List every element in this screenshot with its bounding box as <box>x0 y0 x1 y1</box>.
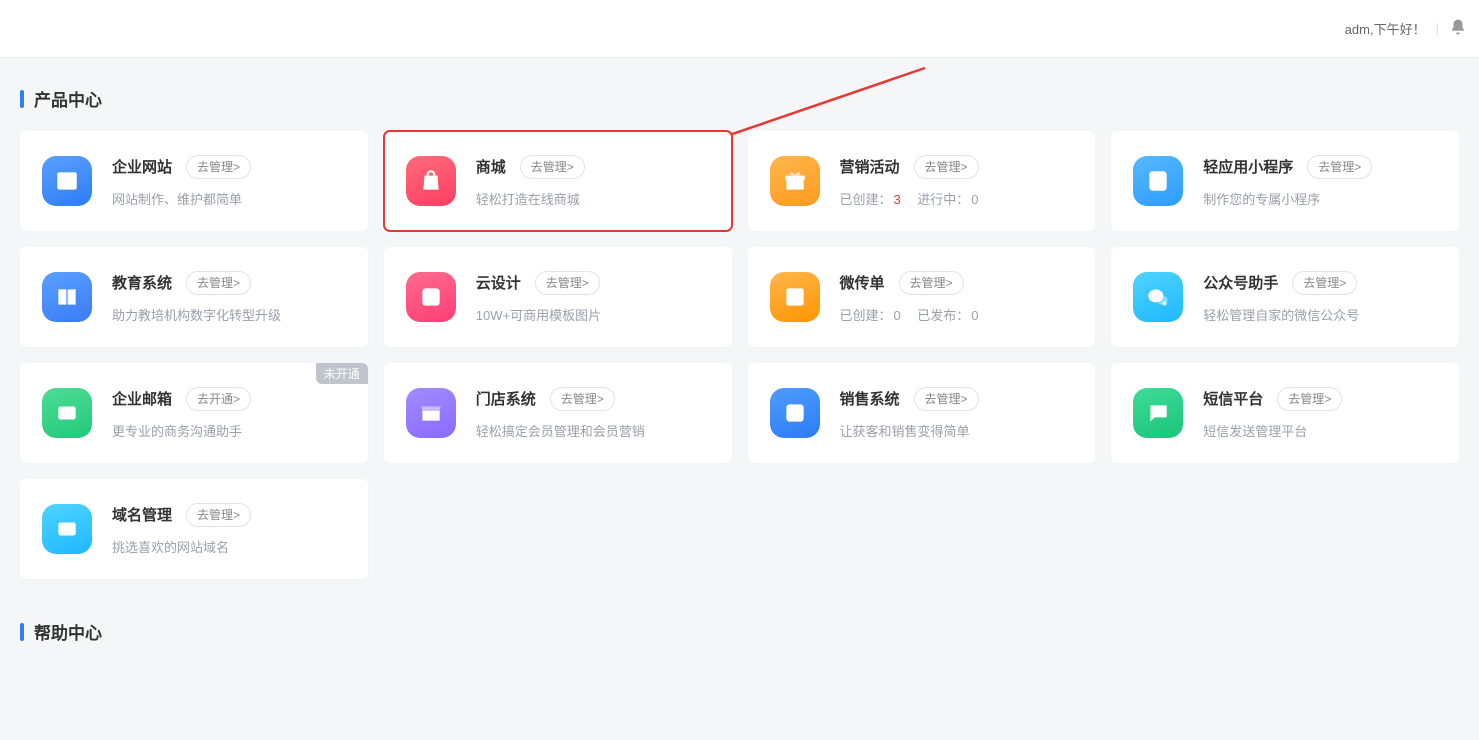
card-desc: 轻松管理自家的微信公众号 <box>1203 305 1437 324</box>
stat-label: 已发布： <box>917 308 969 323</box>
card-desc: 更专业的商务沟通助手 <box>112 421 346 440</box>
card-desc: 短信发送管理平台 <box>1203 421 1437 440</box>
card-desc: 轻松打造在线商城 <box>476 189 710 208</box>
stat-value: 0 <box>894 308 901 323</box>
card-flyer[interactable]: 微传单 去管理> 已创建：0 已发布：0 <box>748 247 1096 347</box>
image-icon <box>406 272 456 322</box>
manage-button[interactable]: 去管理> <box>535 271 600 295</box>
section-title: 产品中心 <box>34 86 102 111</box>
card-desc: 制作您的专属小程序 <box>1203 189 1437 208</box>
section-title: 帮助中心 <box>34 619 102 644</box>
card-desc: 助力教培机构数字化转型升级 <box>112 305 346 324</box>
manage-button[interactable]: 去管理> <box>899 271 964 295</box>
book-icon <box>42 272 92 322</box>
manage-button[interactable]: 去管理> <box>520 155 585 179</box>
card-title: 教育系统 <box>112 272 172 293</box>
manage-button[interactable]: 去管理> <box>186 155 251 179</box>
greeting-text: adm,下午好！ <box>1345 19 1426 38</box>
manage-button[interactable]: 去管理> <box>1307 155 1372 179</box>
stat-label: 进行中： <box>917 192 969 207</box>
wechat-icon <box>1133 272 1183 322</box>
gift-icon <box>770 156 820 206</box>
card-title: 销售系统 <box>840 388 900 409</box>
browser-window-icon <box>42 156 92 206</box>
card-design[interactable]: 云设计 去管理> 10W+可商用模板图片 <box>384 247 732 347</box>
domain-icon: w.= <box>42 504 92 554</box>
card-title: 微传单 <box>840 272 885 293</box>
stat-label: 已创建： <box>840 308 892 323</box>
card-desc: 已创建：0 已发布：0 <box>840 305 1074 324</box>
storefront-icon <box>406 388 456 438</box>
manage-button[interactable]: 去管理> <box>186 271 251 295</box>
card-website[interactable]: 企业网站 去管理> 网站制作、维护都简单 <box>20 131 368 231</box>
card-mall[interactable]: 商城 去管理> 轻松打造在线商城 <box>384 131 732 231</box>
card-title: 公众号助手 <box>1203 272 1278 293</box>
stat-value: 0 <box>971 192 978 207</box>
product-grid: 企业网站 去管理> 网站制作、维护都简单 商城 去管理> 轻松打造在线商城 <box>20 131 1459 579</box>
card-desc: 轻松搞定会员管理和会员营销 <box>476 421 710 440</box>
card-miniapp[interactable]: 轻应用小程序 去管理> 制作您的专属小程序 <box>1111 131 1459 231</box>
list-icon <box>770 388 820 438</box>
notification-bell-icon[interactable] <box>1449 17 1467 40</box>
manage-button[interactable]: 去管理> <box>550 387 615 411</box>
manage-button[interactable]: 去管理> <box>1292 271 1357 295</box>
card-marketing[interactable]: 营销活动 去管理> 已创建：3 进行中：0 <box>748 131 1096 231</box>
stat-value: 3 <box>894 192 901 207</box>
section-heading-help: 帮助中心 <box>20 619 1459 644</box>
svg-text:w.=: w.= <box>61 525 74 534</box>
card-store[interactable]: 门店系统 去管理> 轻松搞定会员管理和会员营销 <box>384 363 732 463</box>
card-domain[interactable]: w.= 域名管理 去管理> 挑选喜欢的网站域名 <box>20 479 368 579</box>
card-wechat-oa[interactable]: 公众号助手 去管理> 轻松管理自家的微信公众号 <box>1111 247 1459 347</box>
card-title: 云设计 <box>476 272 521 293</box>
topbar-divider: | <box>1436 21 1439 36</box>
card-title: 企业网站 <box>112 156 172 177</box>
card-desc: 网站制作、维护都简单 <box>112 189 346 208</box>
card-title: 营销活动 <box>840 156 900 177</box>
card-education[interactable]: 教育系统 去管理> 助力教培机构数字化转型升级 <box>20 247 368 347</box>
stat-value: 0 <box>971 308 978 323</box>
card-desc: 10W+可商用模板图片 <box>476 305 710 324</box>
news-icon <box>770 272 820 322</box>
stat-label: 已创建： <box>840 192 892 207</box>
manage-button[interactable]: 去管理> <box>914 387 979 411</box>
card-desc: 让获客和销售变得简单 <box>840 421 1074 440</box>
manage-button[interactable]: 去管理> <box>186 503 251 527</box>
card-title: 短信平台 <box>1203 388 1263 409</box>
miniapp-icon <box>1133 156 1183 206</box>
topbar: adm,下午好！ | <box>0 0 1479 58</box>
card-sales[interactable]: 销售系统 去管理> 让获客和销售变得简单 <box>748 363 1096 463</box>
envelope-icon <box>42 388 92 438</box>
manage-button[interactable]: 去管理> <box>1277 387 1342 411</box>
manage-button[interactable]: 去管理> <box>914 155 979 179</box>
card-desc: 已创建：3 进行中：0 <box>840 189 1074 208</box>
card-title: 企业邮箱 <box>112 388 172 409</box>
card-desc: 挑选喜欢的网站域名 <box>112 537 346 556</box>
card-title: 轻应用小程序 <box>1203 156 1293 177</box>
card-title: 域名管理 <box>112 504 172 525</box>
card-title: 商城 <box>476 156 506 177</box>
chat-bubble-icon <box>1133 388 1183 438</box>
unopen-tag: 未开通 <box>316 363 368 384</box>
card-sms[interactable]: 短信平台 去管理> 短信发送管理平台 <box>1111 363 1459 463</box>
section-heading-products: 产品中心 <box>20 86 1459 111</box>
open-button[interactable]: 去开通> <box>186 387 251 411</box>
card-email[interactable]: 未开通 企业邮箱 去开通> 更专业的商务沟通助手 <box>20 363 368 463</box>
card-title: 门店系统 <box>476 388 536 409</box>
shopping-bag-icon <box>406 156 456 206</box>
